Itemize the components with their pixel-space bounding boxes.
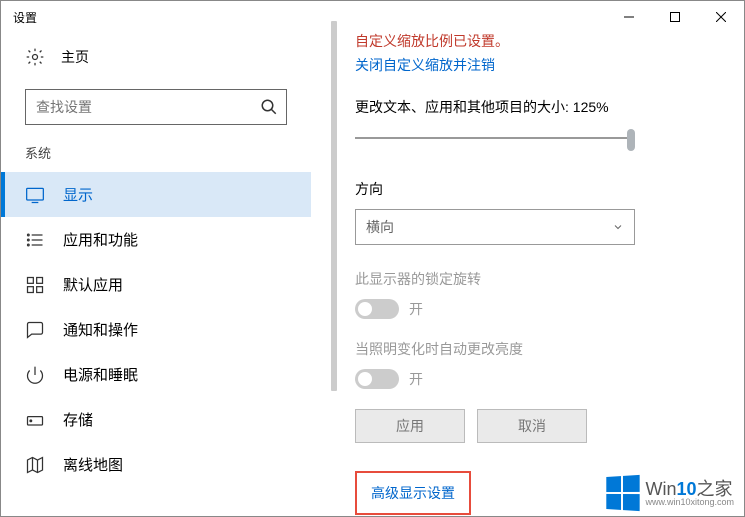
orientation-dropdown[interactable]: 横向 <box>355 209 635 245</box>
scrollbar-thumb[interactable] <box>331 21 337 391</box>
watermark-url: www.win10xitong.com <box>645 498 734 507</box>
slider-track <box>355 137 635 139</box>
slider-thumb[interactable] <box>627 129 635 151</box>
cancel-button: 取消 <box>477 409 587 443</box>
nav-label: 应用和功能 <box>63 229 138 250</box>
nav-power[interactable]: 电源和睡眠 <box>1 352 311 397</box>
nav-label: 存储 <box>63 409 93 430</box>
power-icon <box>25 365 45 385</box>
list-icon <box>25 230 45 250</box>
right-pane: 自定义缩放比例已设置。 关闭自定义缩放并注销 更改文本、应用和其他项目的大小: … <box>331 21 724 516</box>
left-pane: 主页 系统 显示 应用和功能 默认应用 通知和操作 <box>1 33 311 516</box>
grid-icon <box>25 275 45 295</box>
lock-rotation-toggle <box>355 299 399 319</box>
nav-maps[interactable]: 离线地图 <box>1 442 311 487</box>
watermark: Win10之家 www.win10xitong.com <box>605 476 734 510</box>
map-icon <box>25 455 45 475</box>
scale-label: 更改文本、应用和其他项目的大小: 125% <box>355 97 724 117</box>
lock-rotation-label: 此显示器的锁定旋转 <box>355 269 724 289</box>
home-label: 主页 <box>61 47 89 67</box>
turn-off-scaling-link[interactable]: 关闭自定义缩放并注销 <box>355 55 724 75</box>
nav-label: 离线地图 <box>63 454 123 475</box>
home-link[interactable]: 主页 <box>1 33 311 81</box>
watermark-brand: Win10之家 <box>645 480 732 498</box>
search-input[interactable] <box>36 99 260 115</box>
category-label: 系统 <box>1 143 311 172</box>
window-title: 设置 <box>13 9 37 26</box>
search-box[interactable] <box>25 89 287 125</box>
brightness-toggle <box>355 369 399 389</box>
nav-label: 电源和睡眠 <box>63 364 138 385</box>
search-icon <box>260 98 278 116</box>
nav-label: 默认应用 <box>63 274 123 295</box>
orientation-value: 横向 <box>366 217 394 237</box>
brightness-label: 当照明变化时自动更改亮度 <box>355 339 724 359</box>
advanced-display-link[interactable]: 高级显示设置 <box>363 477 463 509</box>
advanced-highlight: 高级显示设置 <box>355 471 471 515</box>
gear-icon <box>25 47 45 67</box>
scale-slider[interactable] <box>355 127 635 151</box>
orientation-label: 方向 <box>355 179 724 199</box>
lock-rotation-state: 开 <box>409 299 423 319</box>
scrollbar[interactable] <box>331 21 337 516</box>
nav-label: 显示 <box>63 184 93 205</box>
brightness-state: 开 <box>409 369 423 389</box>
nav-list: 显示 应用和功能 默认应用 通知和操作 电源和睡眠 存储 <box>1 172 311 487</box>
monitor-icon <box>25 185 45 205</box>
custom-scale-warning: 自定义缩放比例已设置。 <box>355 31 724 51</box>
nav-storage[interactable]: 存储 <box>1 397 311 442</box>
nav-notifications[interactable]: 通知和操作 <box>1 307 311 352</box>
storage-icon <box>25 410 45 430</box>
nav-default-apps[interactable]: 默认应用 <box>1 262 311 307</box>
message-icon <box>25 320 45 340</box>
chevron-down-icon <box>612 221 624 233</box>
apply-button: 应用 <box>355 409 465 443</box>
nav-label: 通知和操作 <box>63 319 138 340</box>
windows-logo-icon <box>607 475 640 511</box>
nav-apps[interactable]: 应用和功能 <box>1 217 311 262</box>
nav-display[interactable]: 显示 <box>1 172 311 217</box>
